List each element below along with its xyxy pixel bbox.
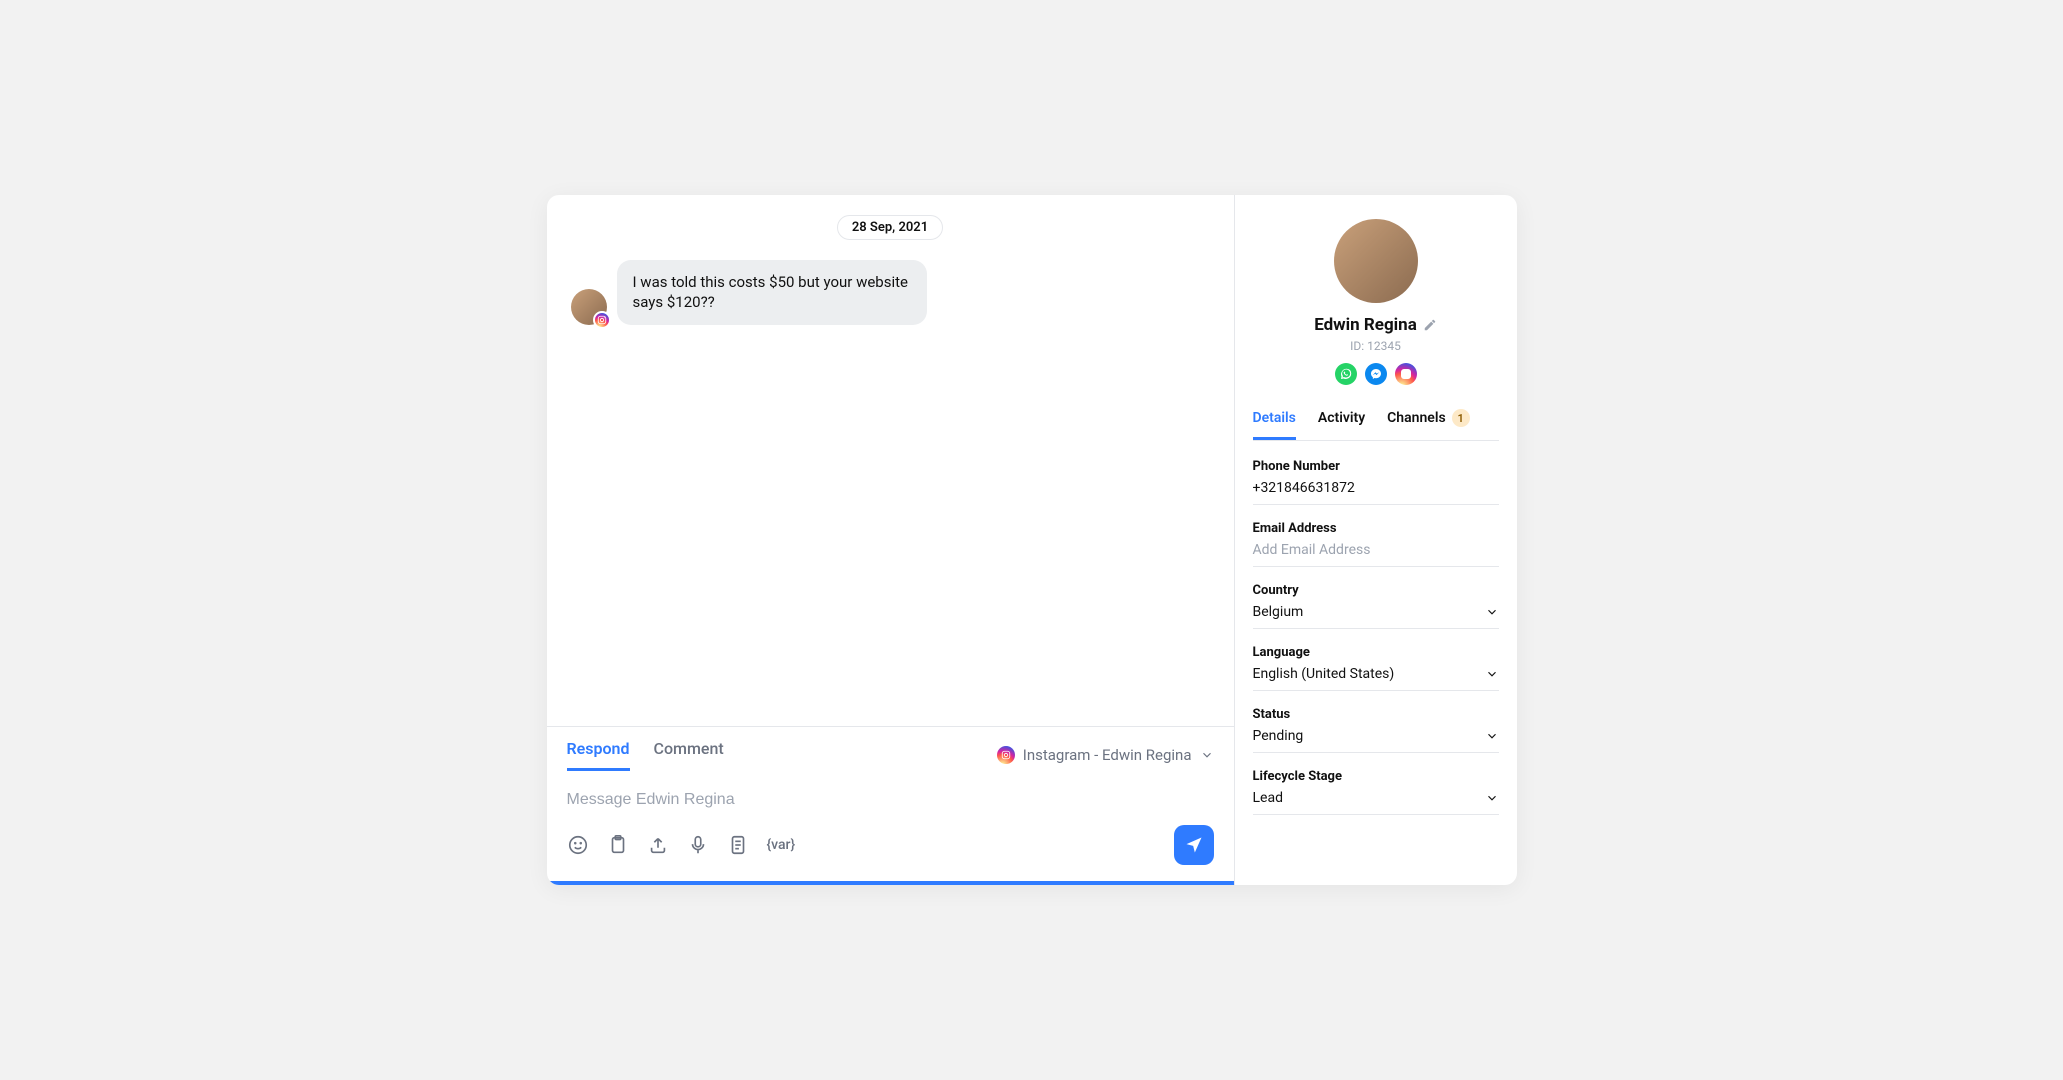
- send-button[interactable]: [1174, 825, 1214, 865]
- channel-select[interactable]: Instagram - Edwin Regina: [997, 746, 1214, 764]
- field-phone: Phone Number +321846631872: [1253, 459, 1499, 505]
- profile-id: ID: 12345: [1350, 339, 1401, 353]
- phone-value[interactable]: +321846631872: [1253, 480, 1499, 496]
- tab-details[interactable]: Details: [1253, 409, 1296, 440]
- composer: Respond Comment Instagram - Edwin Regina: [547, 726, 1234, 885]
- tab-respond[interactable]: Respond: [567, 739, 630, 771]
- field-language: Language English (United States): [1253, 645, 1499, 691]
- lifecycle-value: Lead: [1253, 790, 1283, 806]
- microphone-icon[interactable]: [687, 834, 709, 856]
- messenger-icon[interactable]: [1365, 363, 1387, 385]
- profile-name-row: Edwin Regina: [1314, 315, 1437, 335]
- channel-icons: [1335, 363, 1417, 385]
- country-value: Belgium: [1253, 604, 1304, 620]
- upload-icon[interactable]: [647, 834, 669, 856]
- sender-avatar: [571, 289, 607, 325]
- composer-tabs: Respond Comment Instagram - Edwin Regina: [547, 727, 1234, 771]
- tab-activity[interactable]: Activity: [1318, 409, 1365, 440]
- channels-count-badge: 1: [1452, 409, 1470, 427]
- clipboard-icon[interactable]: [607, 834, 629, 856]
- emoji-icon[interactable]: [567, 834, 589, 856]
- edit-icon[interactable]: [1423, 318, 1437, 332]
- phone-label: Phone Number: [1253, 459, 1499, 474]
- tab-channels-label: Channels: [1387, 410, 1446, 426]
- profile-name: Edwin Regina: [1314, 315, 1417, 335]
- instagram-icon: [593, 311, 611, 329]
- instagram-icon: [997, 746, 1015, 764]
- compose-toolbar: {var}: [567, 825, 1214, 865]
- status-value: Pending: [1253, 728, 1304, 744]
- lifecycle-label: Lifecycle Stage: [1253, 769, 1499, 784]
- date-chip: 28 Sep, 2021: [837, 215, 943, 240]
- main-panel: 28 Sep, 2021 I was told this costs $50 b…: [547, 195, 1235, 885]
- progress-bar: [547, 881, 1234, 885]
- tab-channels[interactable]: Channels 1: [1387, 409, 1470, 440]
- language-label: Language: [1253, 645, 1499, 660]
- contact-sidebar: Edwin Regina ID: 12345 Details Activity …: [1235, 195, 1517, 885]
- field-email: Email Address Add Email Address: [1253, 521, 1499, 567]
- variable-icon[interactable]: {var}: [767, 837, 796, 853]
- compose-area: {var}: [547, 771, 1234, 881]
- chevron-down-icon: [1485, 605, 1499, 619]
- country-label: Country: [1253, 583, 1499, 598]
- chevron-down-icon: [1485, 729, 1499, 743]
- status-label: Status: [1253, 707, 1499, 722]
- email-placeholder[interactable]: Add Email Address: [1253, 542, 1499, 558]
- details-fields: Phone Number +321846631872 Email Address…: [1253, 459, 1499, 815]
- language-select[interactable]: English (United States): [1253, 666, 1499, 682]
- email-label: Email Address: [1253, 521, 1499, 536]
- contact-profile: Edwin Regina ID: 12345: [1253, 219, 1499, 385]
- message-row: I was told this costs $50 but your websi…: [571, 260, 1210, 325]
- whatsapp-icon[interactable]: [1335, 363, 1357, 385]
- chevron-down-icon: [1485, 791, 1499, 805]
- field-status: Status Pending: [1253, 707, 1499, 753]
- lifecycle-select[interactable]: Lead: [1253, 790, 1499, 806]
- field-country: Country Belgium: [1253, 583, 1499, 629]
- language-value: English (United States): [1253, 666, 1395, 682]
- status-select[interactable]: Pending: [1253, 728, 1499, 744]
- profile-avatar: [1334, 219, 1418, 303]
- snippet-icon[interactable]: [727, 834, 749, 856]
- chevron-down-icon: [1485, 667, 1499, 681]
- instagram-icon[interactable]: [1395, 363, 1417, 385]
- tab-comment[interactable]: Comment: [654, 739, 724, 771]
- messaging-app: 28 Sep, 2021 I was told this costs $50 b…: [547, 195, 1517, 885]
- sidebar-tabs: Details Activity Channels 1: [1253, 409, 1499, 441]
- country-select[interactable]: Belgium: [1253, 604, 1499, 620]
- conversation-area: 28 Sep, 2021 I was told this costs $50 b…: [547, 195, 1234, 726]
- message-input[interactable]: [567, 783, 1214, 825]
- field-lifecycle: Lifecycle Stage Lead: [1253, 769, 1499, 815]
- channel-label: Instagram - Edwin Regina: [1023, 746, 1192, 764]
- chevron-down-icon: [1200, 748, 1214, 762]
- message-bubble: I was told this costs $50 but your websi…: [617, 260, 927, 325]
